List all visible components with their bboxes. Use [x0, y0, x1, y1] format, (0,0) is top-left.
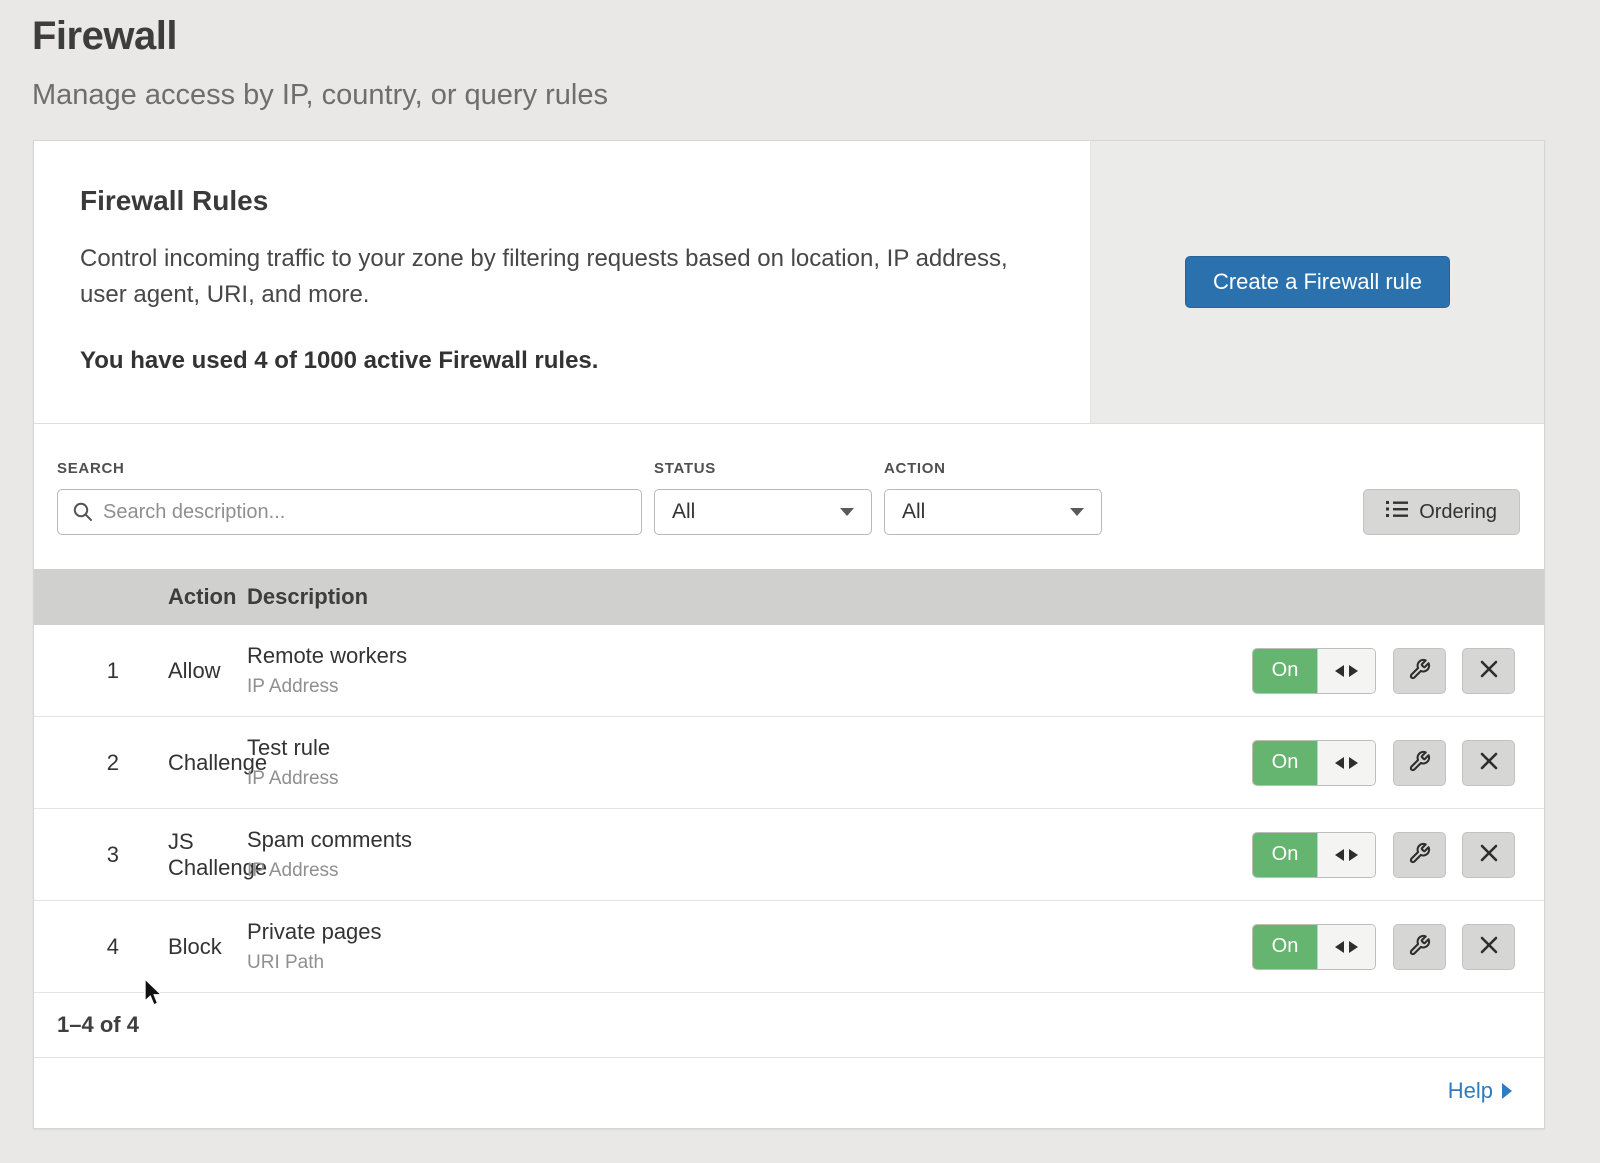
- action-column-header: Action: [119, 584, 247, 610]
- wrench-icon: [1408, 842, 1431, 868]
- edit-rule-button[interactable]: [1393, 740, 1446, 786]
- rule-enabled-toggle[interactable]: On: [1252, 740, 1376, 786]
- close-icon: [1480, 752, 1498, 773]
- action-label: ACTION: [884, 460, 1102, 477]
- page-subtitle: Manage access by IP, country, or query r…: [32, 79, 1600, 112]
- panel-title: Firewall Rules: [80, 185, 1020, 217]
- edit-rule-button[interactable]: [1393, 924, 1446, 970]
- rule-match-type: IP Address: [247, 768, 1252, 790]
- rule-enabled-toggle[interactable]: On: [1252, 832, 1376, 878]
- ordered-list-icon: [1386, 500, 1408, 524]
- table-row: 3 JS Challenge Spam comments IP Address …: [34, 809, 1544, 901]
- left-right-arrows-icon: [1317, 741, 1375, 785]
- delete-rule-button[interactable]: [1462, 740, 1515, 786]
- help-link[interactable]: Help: [1448, 1078, 1512, 1104]
- search-label: SEARCH: [57, 460, 642, 477]
- toggle-on-label: On: [1253, 741, 1317, 785]
- left-right-arrows-icon: [1317, 833, 1375, 877]
- rule-controls: On: [1252, 740, 1515, 786]
- table-row: 1 Allow Remote workers IP Address On: [34, 625, 1544, 717]
- chevron-down-icon: [840, 508, 854, 516]
- rule-action: Challenge: [119, 750, 247, 776]
- rule-enabled-toggle[interactable]: On: [1252, 648, 1376, 694]
- rule-priority: 1: [34, 658, 119, 684]
- action-selected-value: All: [902, 500, 925, 524]
- rule-match-type: IP Address: [247, 860, 1252, 882]
- rule-action: JS Challenge: [119, 829, 247, 881]
- status-select[interactable]: All: [654, 489, 872, 535]
- rule-description: Test rule: [247, 735, 1252, 761]
- status-label: STATUS: [654, 460, 872, 477]
- chevron-down-icon: [1070, 508, 1084, 516]
- action-filter-group: ACTION All: [884, 460, 1102, 535]
- close-icon: [1480, 936, 1498, 957]
- rule-enabled-toggle[interactable]: On: [1252, 924, 1376, 970]
- rule-match-type: IP Address: [247, 676, 1252, 698]
- rule-action: Allow: [119, 658, 247, 684]
- table-row: 2 Challenge Test rule IP Address On: [34, 717, 1544, 809]
- help-row: Help: [34, 1058, 1544, 1128]
- rule-action: Block: [119, 934, 247, 960]
- search-box: [57, 489, 642, 535]
- status-filter-group: STATUS All: [654, 460, 872, 535]
- status-selected-value: All: [672, 500, 695, 524]
- toggle-on-label: On: [1253, 649, 1317, 693]
- delete-rule-button[interactable]: [1462, 924, 1515, 970]
- rule-description-cell: Private pages URI Path: [247, 919, 1252, 974]
- left-right-arrows-icon: [1317, 649, 1375, 693]
- rule-description-cell: Remote workers IP Address: [247, 643, 1252, 698]
- rule-description-cell: Spam comments IP Address: [247, 827, 1252, 882]
- rule-description: Spam comments: [247, 827, 1252, 853]
- ordering-button[interactable]: Ordering: [1363, 489, 1520, 535]
- rule-controls: On: [1252, 648, 1515, 694]
- rule-priority: 3: [34, 842, 119, 868]
- table-header: Action Description: [34, 569, 1544, 625]
- filters-bar: SEARCH STATUS All ACTION All: [34, 424, 1544, 569]
- card-top-section: Firewall Rules Control incoming traffic …: [34, 141, 1544, 424]
- wrench-icon: [1408, 750, 1431, 776]
- action-select[interactable]: All: [884, 489, 1102, 535]
- create-firewall-rule-button[interactable]: Create a Firewall rule: [1185, 256, 1450, 308]
- wrench-icon: [1408, 658, 1431, 684]
- rule-priority: 4: [34, 934, 119, 960]
- toggle-on-label: On: [1253, 833, 1317, 877]
- rule-description-cell: Test rule IP Address: [247, 735, 1252, 790]
- help-link-label: Help: [1448, 1078, 1493, 1104]
- search-input[interactable]: [94, 501, 641, 524]
- left-right-arrows-icon: [1317, 925, 1375, 969]
- rule-controls: On: [1252, 832, 1515, 878]
- edit-rule-button[interactable]: [1393, 648, 1446, 694]
- delete-rule-button[interactable]: [1462, 648, 1515, 694]
- page-title: Firewall: [32, 14, 1600, 59]
- close-icon: [1480, 660, 1498, 681]
- wrench-icon: [1408, 934, 1431, 960]
- toggle-on-label: On: [1253, 925, 1317, 969]
- rule-description: Remote workers: [247, 643, 1252, 669]
- ordering-button-label: Ordering: [1419, 501, 1497, 524]
- rule-match-type: URI Path: [247, 952, 1252, 974]
- rules-intro: Firewall Rules Control incoming traffic …: [34, 141, 1090, 423]
- rules-usage-text: You have used 4 of 1000 active Firewall …: [80, 347, 1020, 375]
- delete-rule-button[interactable]: [1462, 832, 1515, 878]
- rule-controls: On: [1252, 924, 1515, 970]
- rule-description: Private pages: [247, 919, 1252, 945]
- create-rule-area: Create a Firewall rule: [1090, 141, 1544, 423]
- panel-description: Control incoming traffic to your zone by…: [80, 241, 1020, 313]
- table-row: 4 Block Private pages URI Path On: [34, 901, 1544, 993]
- close-icon: [1480, 844, 1498, 865]
- description-column-header: Description: [247, 584, 1544, 610]
- page-header: Firewall Manage access by IP, country, o…: [0, 0, 1600, 112]
- edit-rule-button[interactable]: [1393, 832, 1446, 878]
- rule-priority: 2: [34, 750, 119, 776]
- pagination-summary: 1–4 of 4: [34, 993, 1544, 1058]
- search-filter-group: SEARCH: [57, 460, 642, 535]
- firewall-rules-card: Firewall Rules Control incoming traffic …: [33, 140, 1545, 1129]
- chevron-right-icon: [1502, 1083, 1512, 1099]
- search-icon: [72, 501, 94, 523]
